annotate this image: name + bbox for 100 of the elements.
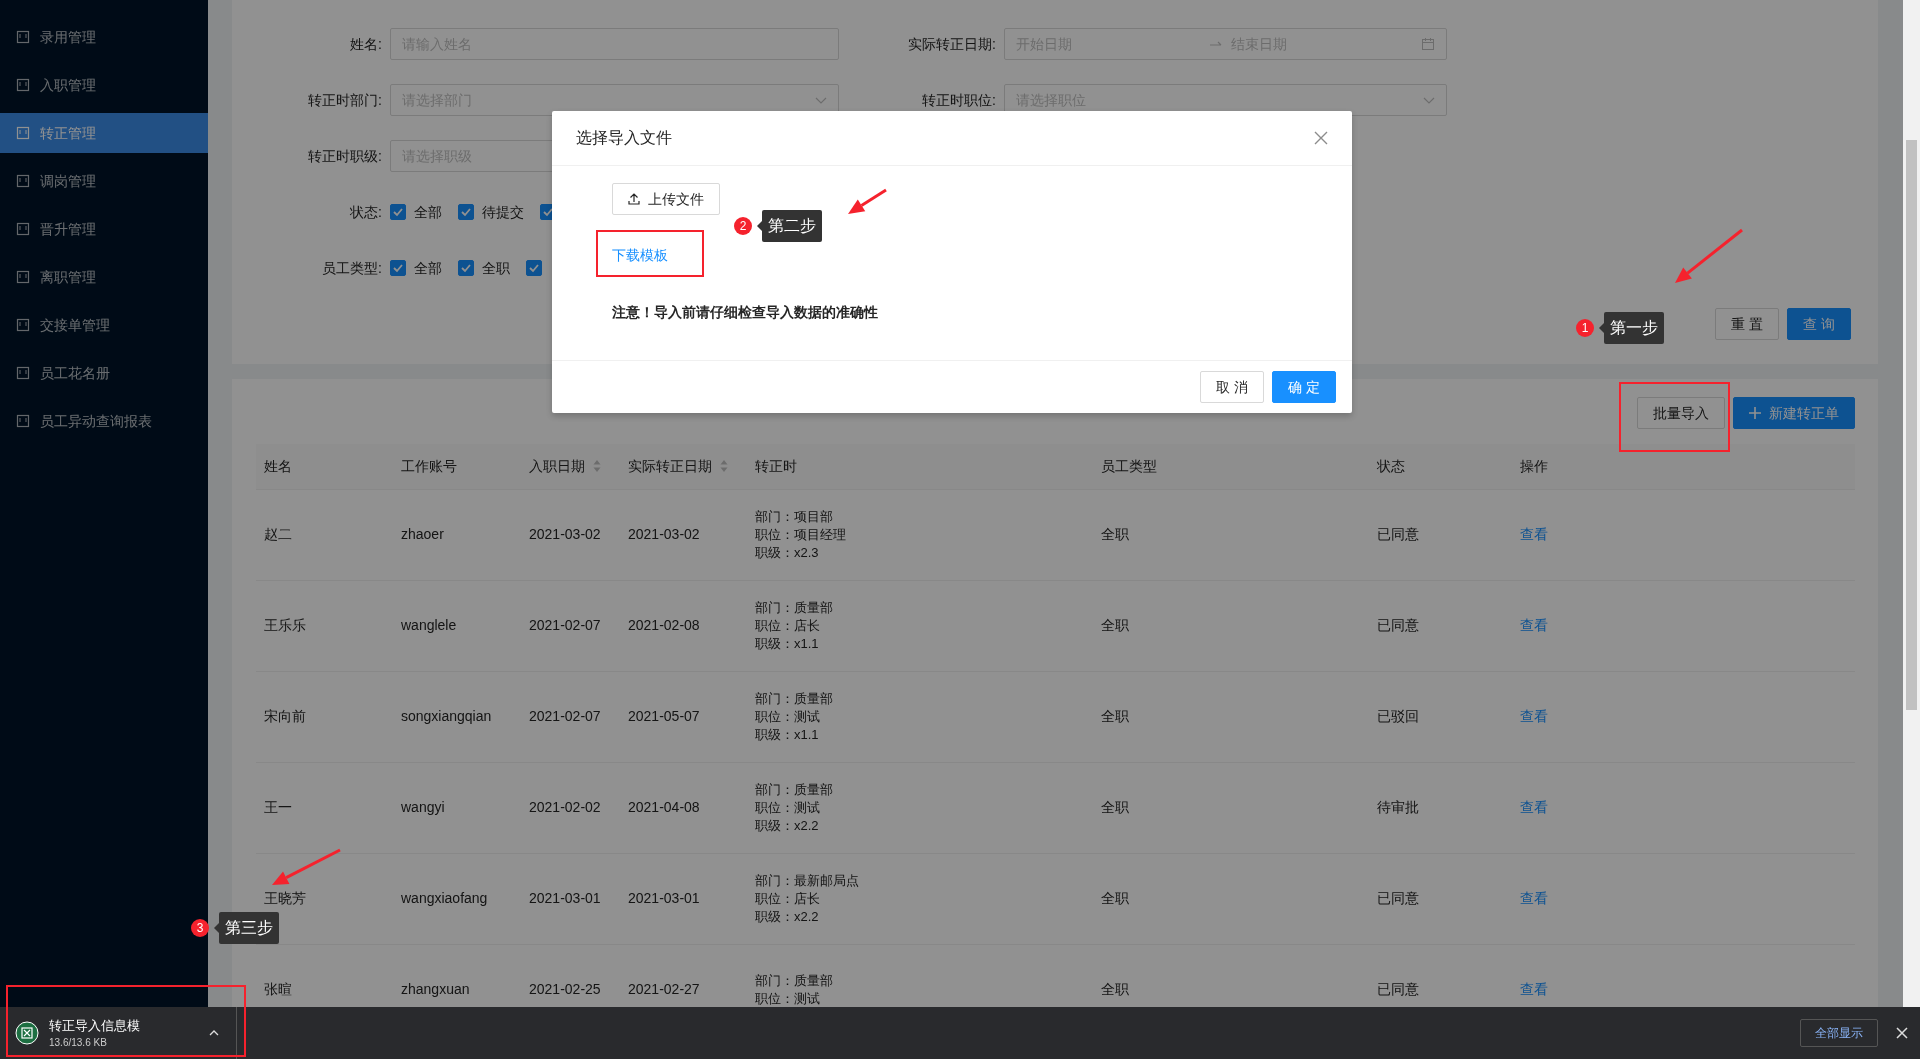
field-label: 转正时职位: <box>921 91 996 110</box>
table-cell: 宋向前 <box>256 671 393 762</box>
document-icon <box>16 222 30 236</box>
spreadsheet-icon <box>15 1021 39 1045</box>
detail-line: 职级：x1.1 <box>755 634 820 653</box>
document-icon <box>16 414 30 428</box>
field-label: 状态: <box>349 203 382 222</box>
table-cell: 已驳回 <box>1369 671 1512 762</box>
sidebar-item[interactable]: 交接单管理 <box>0 305 208 345</box>
document-icon <box>16 174 30 188</box>
detail-line: 部门：项目部 <box>755 507 834 526</box>
detail-line: 职位：项目经理 <box>755 525 847 544</box>
checkbox[interactable] <box>458 204 474 220</box>
detail-line: 职位：店长 <box>755 889 821 908</box>
table-cell: 2021-02-02 <box>521 762 620 853</box>
step-tooltip: 第三步 <box>214 912 279 944</box>
table-cell: wangxiaofang <box>393 853 521 944</box>
table-cell: 王一 <box>256 762 393 853</box>
table-cell: 王乐乐 <box>256 580 393 671</box>
document-icon <box>16 366 30 380</box>
checkbox[interactable] <box>458 260 474 276</box>
field-label: 实际转正日期: <box>907 35 996 54</box>
view-link[interactable]: 查看 <box>1520 617 1548 633</box>
checkbox-label: 待提交 <box>482 202 524 222</box>
detail-line: 职位：测试 <box>755 707 821 726</box>
import-button[interactable]: 批量导入 <box>1637 397 1725 429</box>
detail-line: 职位：店长 <box>755 616 821 635</box>
view-link[interactable]: 查看 <box>1520 890 1548 906</box>
sidebar-item[interactable]: 员工花名册 <box>0 353 208 393</box>
table-cell: 全职 <box>1093 489 1369 580</box>
table-cell: 赵二 <box>256 489 393 580</box>
table-cell: 全职 <box>1093 671 1369 762</box>
check-icon <box>460 206 472 218</box>
table-cell: songxiangqian <box>393 671 521 762</box>
download-item[interactable]: 转正导入信息模 13.6/13.6 KB <box>0 1007 237 1059</box>
field-label: 姓名: <box>349 35 382 54</box>
table-cell: 已同意 <box>1369 580 1512 671</box>
checkbox-label: 全职 <box>482 258 510 278</box>
upload-button[interactable]: 上传文件 <box>612 183 720 215</box>
confirm-button[interactable]: 确 定 <box>1272 371 1336 403</box>
table-cell: 待审批 <box>1369 762 1512 853</box>
download-template-link[interactable]: 下载模板 <box>612 245 668 266</box>
checkbox[interactable] <box>390 260 406 276</box>
notice-text: 注意！导入前请仔细检查导入数据的准确性 <box>612 303 879 322</box>
sidebar-item[interactable]: 员工异动查询报表 <box>0 401 208 441</box>
table-cell: 全职 <box>1093 580 1369 671</box>
show-all-button[interactable]: 全部显示 <box>1800 1019 1878 1047</box>
cancel-button[interactable]: 取 消 <box>1200 371 1265 403</box>
document-icon <box>16 318 30 332</box>
upload-icon <box>628 193 640 205</box>
table-cell: wangyi <box>393 762 521 853</box>
detail-line: 职级：x2.2 <box>755 816 820 835</box>
file-size: 13.6/13.6 KB <box>49 1036 108 1051</box>
sidebar-item[interactable]: 晋升管理 <box>0 209 208 249</box>
detail-line: 部门：最新邮局点 <box>755 871 860 890</box>
caret-icon[interactable] <box>209 1030 219 1036</box>
view-link[interactable]: 查看 <box>1520 526 1548 542</box>
check-icon <box>528 262 540 274</box>
view-link[interactable]: 查看 <box>1520 708 1548 724</box>
table-cell: 2021-03-01 <box>620 853 747 944</box>
table-cell: 2021-02-07 <box>521 580 620 671</box>
detail-line: 部门：质量部 <box>755 689 834 708</box>
checkbox-label: 全部 <box>414 202 442 222</box>
close-icon <box>1896 1027 1908 1039</box>
check-icon <box>460 262 472 274</box>
sort-icon[interactable] <box>593 460 601 473</box>
sort-icon[interactable] <box>720 460 728 473</box>
document-icon <box>16 270 30 284</box>
checkbox[interactable] <box>390 204 406 220</box>
sidebar-item[interactable]: 离职管理 <box>0 257 208 297</box>
check-icon <box>392 206 404 218</box>
view-link[interactable]: 查看 <box>1520 981 1548 997</box>
sidebar-item[interactable]: 录用管理 <box>0 17 208 57</box>
document-icon <box>16 126 30 140</box>
checkbox[interactable] <box>526 260 542 276</box>
detail-line: 部门：质量部 <box>755 780 834 799</box>
field-label: 转正时部门: <box>307 91 382 110</box>
view-link[interactable]: 查看 <box>1520 799 1548 815</box>
table-cell: 2021-03-01 <box>521 853 620 944</box>
detail-line: 职位：测试 <box>755 798 821 817</box>
arrow-right-icon <box>1209 39 1223 49</box>
sidebar-item[interactable]: 入职管理 <box>0 65 208 105</box>
step-tooltip: 第一步 <box>1599 312 1664 344</box>
detail-line: 部门：质量部 <box>755 971 834 990</box>
detail-line: 职级：x2.2 <box>755 907 820 926</box>
detail-line: 职位：测试 <box>755 989 821 1007</box>
detail-line: 职级：x1.1 <box>755 725 820 744</box>
table-cell: 2021-03-02 <box>521 489 620 580</box>
sidebar-item[interactable]: 转正管理 <box>0 113 208 153</box>
table-cell: 2021-04-08 <box>620 762 747 853</box>
search-button[interactable]: 查 询 <box>1787 308 1851 340</box>
table-cell: 2021-05-07 <box>620 671 747 762</box>
sidebar-item[interactable]: 调岗管理 <box>0 161 208 201</box>
reset-button[interactable]: 重 置 <box>1715 308 1780 340</box>
detail-line: 部门：质量部 <box>755 598 834 617</box>
scrollbar[interactable] <box>1903 0 1920 1007</box>
table-cell: 全职 <box>1093 853 1369 944</box>
dialog-title: 选择导入文件 <box>576 128 672 148</box>
field-label: 转正时职级: <box>307 147 382 166</box>
create-button[interactable]: 新建转正单 <box>1733 397 1855 429</box>
